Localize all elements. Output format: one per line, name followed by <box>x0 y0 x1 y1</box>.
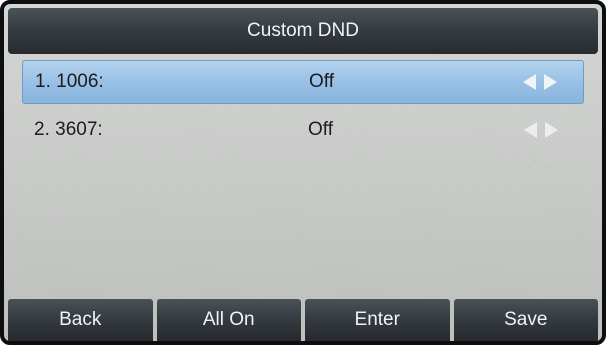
title-bar: Custom DND <box>8 8 598 54</box>
page-title: Custom DND <box>247 20 359 41</box>
arrow-right-icon[interactable] <box>544 74 557 90</box>
list-item-label: 2. 3607: <box>34 119 103 140</box>
save-button[interactable]: Save <box>453 299 598 341</box>
value-switch[interactable] <box>524 122 558 138</box>
list-item-value: Off <box>308 119 333 140</box>
value-switch[interactable] <box>523 74 557 90</box>
arrow-right-icon[interactable] <box>545 122 558 138</box>
list-item-label: 1. 1006: <box>35 71 104 92</box>
list-item-value: Off <box>309 71 334 92</box>
softkey-bar: Back All On Enter Save <box>8 299 598 341</box>
arrow-left-icon[interactable] <box>524 122 537 138</box>
list-item-1006[interactable]: 1. 1006: Off <box>22 60 584 104</box>
all-on-button[interactable]: All On <box>156 299 301 341</box>
list-item-3607[interactable]: 2. 3607: Off <box>22 108 584 152</box>
phone-screen: Custom DND 1. 1006: Off 2. 3607: Off Bac… <box>0 0 606 345</box>
enter-button[interactable]: Enter <box>305 299 450 341</box>
dnd-list: 1. 1006: Off 2. 3607: Off <box>4 60 602 156</box>
arrow-left-icon[interactable] <box>523 74 536 90</box>
back-button[interactable]: Back <box>8 299 153 341</box>
